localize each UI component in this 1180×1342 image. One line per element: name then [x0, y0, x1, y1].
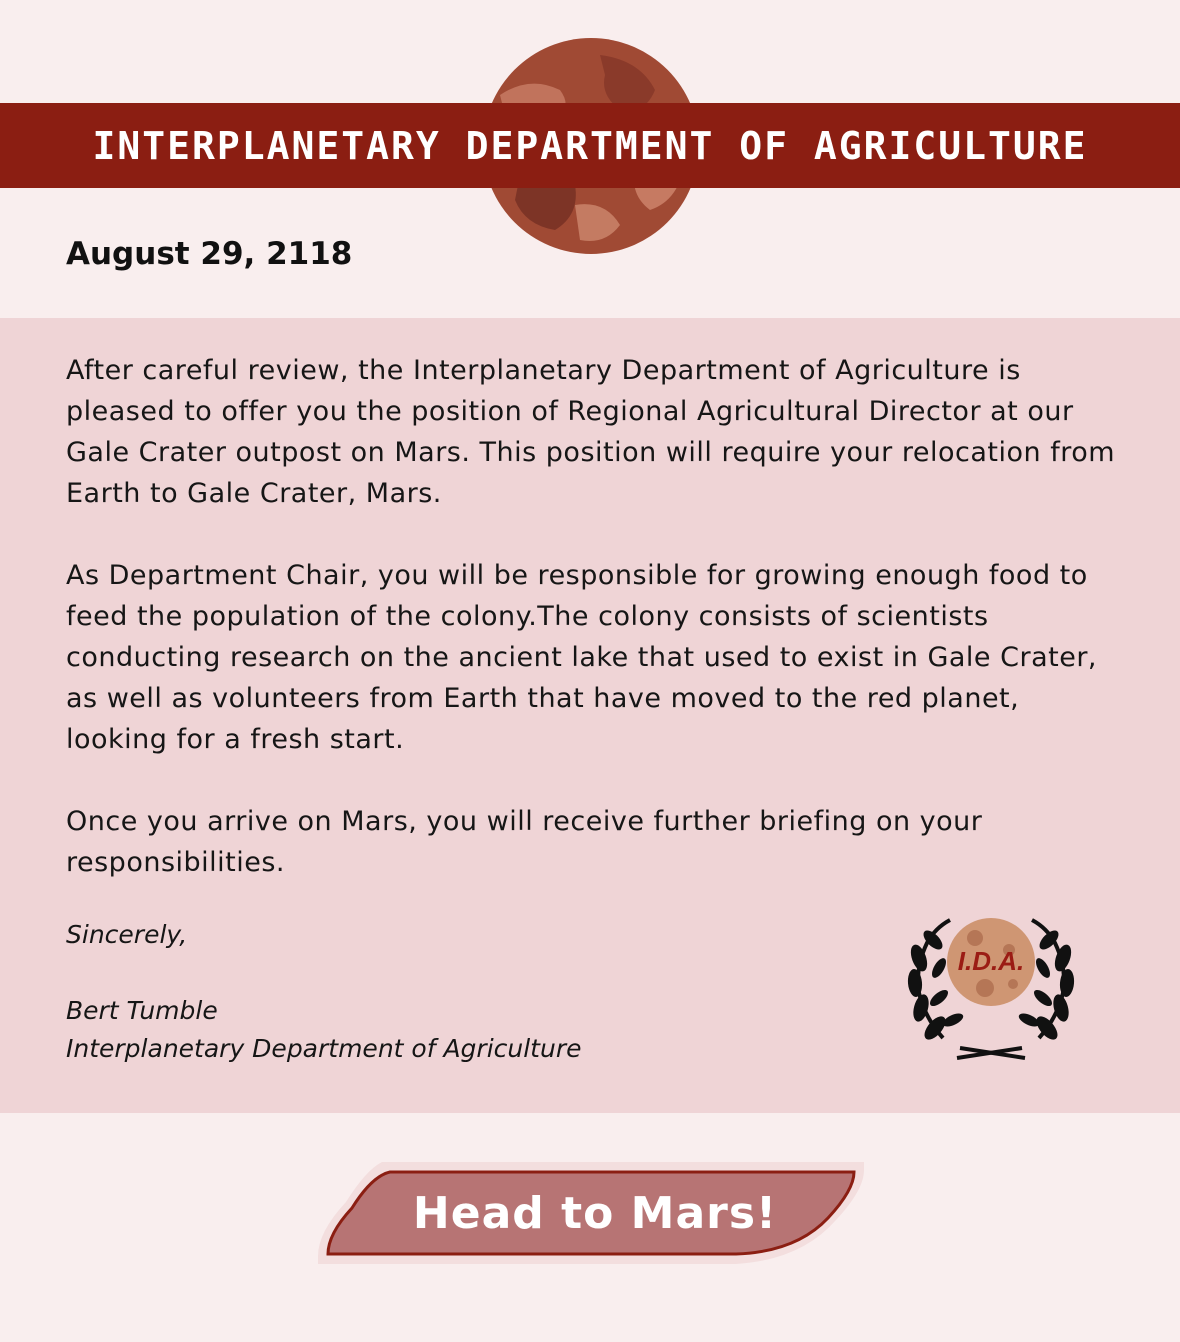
letter-body: After careful review, the Interplanetary… — [66, 350, 1126, 924]
signer-org: Interplanetary Department of Agriculture — [66, 1034, 582, 1063]
signature-block: Sincerely, Bert Tumble Interplanetary De… — [66, 916, 582, 1068]
department-title: INTERPLANETARY DEPARTMENT OF AGRICULTURE — [92, 123, 1088, 168]
letter-paragraph: After careful review, the Interplanetary… — [66, 355, 1116, 509]
laurel-wreath-seal-icon: I.D.A. — [907, 918, 1075, 1060]
department-banner: INTERPLANETARY DEPARTMENT OF AGRICULTURE — [0, 103, 1180, 188]
letter-paragraph: Once you arrive on Mars, you will receiv… — [66, 806, 983, 878]
seal-text: I.D.A. — [958, 946, 1024, 976]
letter-panel: After careful review, the Interplanetary… — [0, 318, 1180, 1113]
offer-letter-page: INTERPLANETARY DEPARTMENT OF AGRICULTURE… — [0, 0, 1180, 1342]
signer-name: Bert Tumble — [66, 996, 218, 1025]
head-to-mars-button[interactable]: Head to Mars! — [316, 1160, 866, 1266]
letter-date: August 29, 2118 — [66, 236, 353, 272]
head-to-mars-label: Head to Mars! — [412, 1187, 778, 1239]
closing: Sincerely, — [66, 920, 188, 949]
letter-paragraph: As Department Chair, you will be respons… — [66, 560, 1098, 755]
